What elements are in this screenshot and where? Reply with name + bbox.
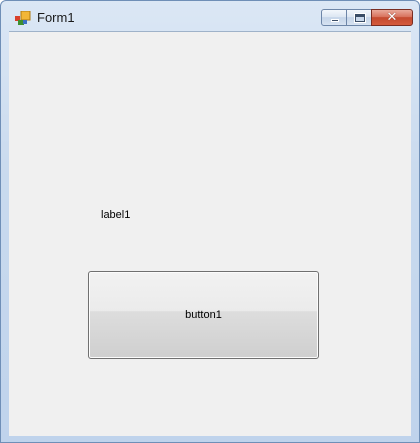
- close-button[interactable]: ✕: [371, 9, 413, 26]
- maximize-icon: [354, 13, 366, 23]
- form-window: Form1 ✕ label1 button1: [0, 0, 420, 443]
- minimize-button[interactable]: [321, 9, 347, 26]
- title-bar[interactable]: Form1 ✕: [1, 1, 419, 31]
- close-icon: ✕: [386, 10, 398, 25]
- form-client-area: label1 button1: [9, 31, 411, 436]
- button1[interactable]: button1: [88, 271, 319, 359]
- form-app-icon[interactable]: [15, 10, 31, 25]
- maximize-button[interactable]: [346, 9, 372, 26]
- label1: label1: [101, 209, 131, 221]
- caption-buttons: ✕: [321, 9, 413, 27]
- minimize-icon: [331, 19, 339, 22]
- window-title: Form1: [37, 10, 75, 25]
